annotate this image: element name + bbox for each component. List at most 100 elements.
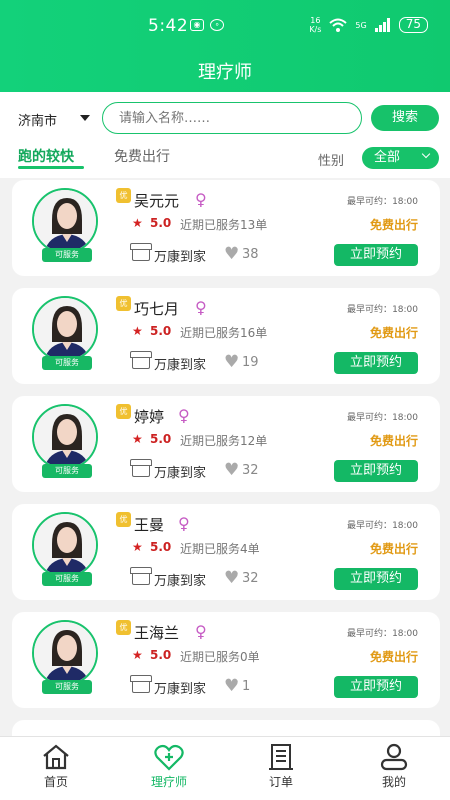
nav-label: 理疗师	[150, 775, 187, 789]
book-now-button[interactable]: 立即预约	[334, 352, 418, 374]
avatar-wrap[interactable]: 可服务 优	[32, 296, 131, 374]
free-travel-label: 免费出行	[369, 218, 418, 232]
shop-name: 万康到家	[154, 682, 207, 697]
battery-indicator: 75	[398, 17, 428, 33]
nav-orders[interactable]: 订单	[241, 743, 321, 790]
search-button[interactable]: 搜索	[371, 105, 439, 131]
page-title: 理疗师	[198, 62, 252, 83]
therapist-photo	[34, 190, 96, 252]
book-now-button[interactable]: 立即预约	[334, 568, 418, 590]
app-header: 5:42 ◉ ∘ 16 K/s 5G 75 理疗师	[0, 0, 450, 92]
gender-dropdown[interactable]: 全部	[362, 147, 439, 169]
like-count: 32	[242, 463, 259, 478]
therapist-photo	[34, 406, 96, 468]
shop-name: 万康到家	[154, 574, 207, 589]
avatar[interactable]	[32, 620, 98, 686]
therapist-card[interactable]: 可服务 优 王曼 ♀ 最早可约：18:00 ★ 5.0 近期已服务4单 免费出行…	[12, 504, 440, 600]
heart-icon[interactable]: ♥	[224, 676, 239, 696]
tab-free-travel[interactable]: 免费出行	[114, 146, 170, 166]
caret-down-icon[interactable]	[80, 115, 90, 121]
like-count: 38	[242, 247, 259, 262]
premium-badge: 优	[116, 296, 131, 311]
earliest-time: 最早可约：18:00	[347, 629, 418, 639]
book-now-button[interactable]: 立即预约	[334, 460, 418, 482]
female-icon: ♀	[195, 298, 207, 317]
available-badge: 可服务	[42, 248, 92, 262]
signal-icon	[374, 18, 390, 32]
filter-tabs: 跑的较快 免费出行 性别 全部	[0, 142, 450, 178]
nav-me[interactable]: 我的	[354, 743, 434, 790]
avatar-wrap[interactable]: 可服务 优	[32, 404, 131, 482]
earliest-time: 最早可约：18:00	[347, 305, 418, 315]
therapist-name: 巧七月	[134, 300, 180, 318]
user-icon	[380, 743, 408, 771]
city-selector[interactable]: 济南市	[18, 110, 57, 129]
rating: 5.0	[150, 324, 172, 338]
heart-icon[interactable]: ♥	[224, 568, 239, 588]
therapist-card-partial[interactable]	[12, 720, 440, 736]
star-icon: ★	[132, 324, 143, 338]
heart-icon[interactable]: ♥	[224, 244, 239, 264]
bottom-nav: 首页 理疗师 订单 我的	[0, 736, 450, 800]
rating: 5.0	[150, 216, 172, 230]
served-count: 近期已服务12单	[180, 434, 268, 448]
shop-icon	[130, 351, 152, 369]
therapist-name: 王海兰	[134, 624, 180, 642]
earliest-time: 最早可约：18:00	[347, 197, 418, 207]
free-travel-label: 免费出行	[369, 326, 418, 340]
therapist-name: 吴元元	[134, 192, 180, 210]
premium-badge: 优	[116, 404, 131, 419]
premium-badge: 优	[116, 512, 131, 527]
search-bar: 济南市 搜索	[0, 92, 450, 142]
status-time: 5:42	[148, 16, 189, 36]
nav-label: 订单	[268, 775, 293, 789]
avatar[interactable]	[32, 404, 98, 470]
nav-therapist[interactable]: 理疗师	[129, 743, 209, 790]
therapist-photo	[34, 298, 96, 360]
star-icon: ★	[132, 432, 143, 446]
available-badge: 可服务	[42, 680, 92, 694]
premium-badge: 优	[116, 188, 131, 203]
shop-icon	[130, 675, 152, 693]
avatar-wrap[interactable]: 可服务 优	[32, 188, 131, 266]
served-count: 近期已服务13单	[180, 218, 268, 232]
status-right: 16 K/s 5G 75	[309, 16, 428, 34]
search-input[interactable]	[102, 102, 362, 134]
signal-label: 5G	[355, 20, 367, 30]
book-now-button[interactable]: 立即预约	[334, 244, 418, 266]
avatar-wrap[interactable]: 可服务 优	[32, 512, 131, 590]
star-icon: ★	[132, 648, 143, 662]
shop-icon	[130, 567, 152, 585]
earliest-time: 最早可约：18:00	[347, 521, 418, 531]
free-travel-label: 免费出行	[369, 650, 418, 664]
avatar-wrap[interactable]: 可服务 优	[32, 620, 131, 698]
status-notification-icons: ◉ ∘	[190, 19, 224, 31]
nav-label: 首页	[43, 775, 68, 789]
avatar[interactable]	[32, 188, 98, 254]
rating: 5.0	[150, 432, 172, 446]
therapist-card[interactable]: 可服务 优 婷婷 ♀ 最早可约：18:00 ★ 5.0 近期已服务12单 免费出…	[12, 396, 440, 492]
like-count: 32	[242, 571, 259, 586]
heart-icon[interactable]: ♥	[224, 352, 239, 372]
avatar[interactable]	[32, 296, 98, 362]
therapist-card[interactable]: 可服务 优 巧七月 ♀ 最早可约：18:00 ★ 5.0 近期已服务16单 免费…	[12, 288, 440, 384]
female-icon: ♀	[195, 190, 207, 209]
order-icon	[269, 744, 293, 770]
therapist-photo	[34, 622, 96, 684]
wechat-icon: ∘	[210, 19, 224, 31]
avatar[interactable]	[32, 512, 98, 578]
free-travel-label: 免费出行	[369, 542, 418, 556]
shop-icon	[130, 243, 152, 261]
therapist-list[interactable]: 可服务 优 吴元元 ♀ 最早可约：18:00 ★ 5.0 近期已服务13单 免费…	[0, 178, 450, 736]
book-now-button[interactable]: 立即预约	[334, 676, 418, 698]
nav-home[interactable]: 首页	[16, 743, 96, 790]
therapist-card[interactable]: 可服务 优 吴元元 ♀ 最早可约：18:00 ★ 5.0 近期已服务13单 免费…	[12, 180, 440, 276]
star-icon: ★	[132, 216, 143, 230]
tab-fast[interactable]: 跑的较快	[18, 146, 74, 166]
heart-icon[interactable]: ♥	[224, 460, 239, 480]
therapist-card[interactable]: 可服务 优 王海兰 ♀ 最早可约：18:00 ★ 5.0 近期已服务0单 免费出…	[12, 612, 440, 708]
shop-name: 万康到家	[154, 250, 207, 265]
served-count: 近期已服务4单	[180, 542, 260, 556]
wifi-icon	[329, 18, 348, 32]
free-travel-label: 免费出行	[369, 434, 418, 448]
